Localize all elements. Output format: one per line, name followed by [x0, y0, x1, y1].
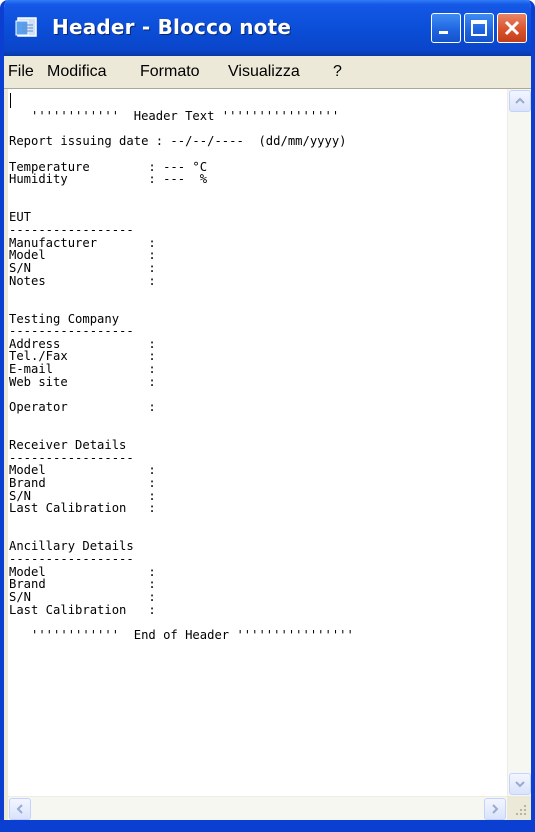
resize-grip-icon — [516, 805, 526, 815]
document-text[interactable]: '''''''''''' Header Text '''''''''''''''… — [9, 110, 354, 642]
resize-grip[interactable] — [507, 796, 531, 820]
scroll-right-button[interactable] — [484, 798, 506, 820]
window-bottom-border — [4, 820, 531, 828]
chevron-left-icon — [16, 804, 23, 814]
menu-modifica[interactable]: Modifica — [47, 63, 107, 81]
scroll-down-button[interactable] — [509, 773, 531, 795]
title-bar[interactable]: Header - Blocco note — [4, 0, 531, 56]
chevron-down-icon — [515, 781, 525, 788]
scroll-left-button[interactable] — [9, 798, 31, 820]
menu-formato[interactable]: Formato — [140, 63, 200, 81]
scroll-up-button[interactable] — [509, 90, 531, 112]
maximize-icon — [471, 20, 487, 36]
minimize-icon — [439, 31, 448, 34]
notepad-window: Header - Blocco note File Modifica Forma… — [0, 0, 535, 832]
chevron-up-icon — [515, 97, 525, 104]
close-icon — [504, 20, 520, 36]
window-title: Header - Blocco note — [52, 15, 292, 39]
close-button[interactable] — [497, 13, 527, 43]
menu-file[interactable]: File — [8, 63, 34, 81]
vertical-scrollbar[interactable] — [507, 89, 531, 796]
maximize-button[interactable] — [464, 13, 494, 43]
horizontal-scrollbar[interactable] — [8, 796, 507, 821]
menu-visualizza[interactable]: Visualizza — [228, 63, 300, 81]
text-editor[interactable]: '''''''''''' Header Text '''''''''''''''… — [8, 89, 507, 796]
menu-bar: File Modifica Formato Visualizza ? — [4, 56, 531, 89]
chevron-right-icon — [492, 804, 499, 814]
menu-help[interactable]: ? — [333, 63, 342, 81]
minimize-button[interactable] — [431, 13, 461, 43]
notepad-icon[interactable] — [15, 17, 39, 37]
text-caret — [10, 93, 11, 108]
